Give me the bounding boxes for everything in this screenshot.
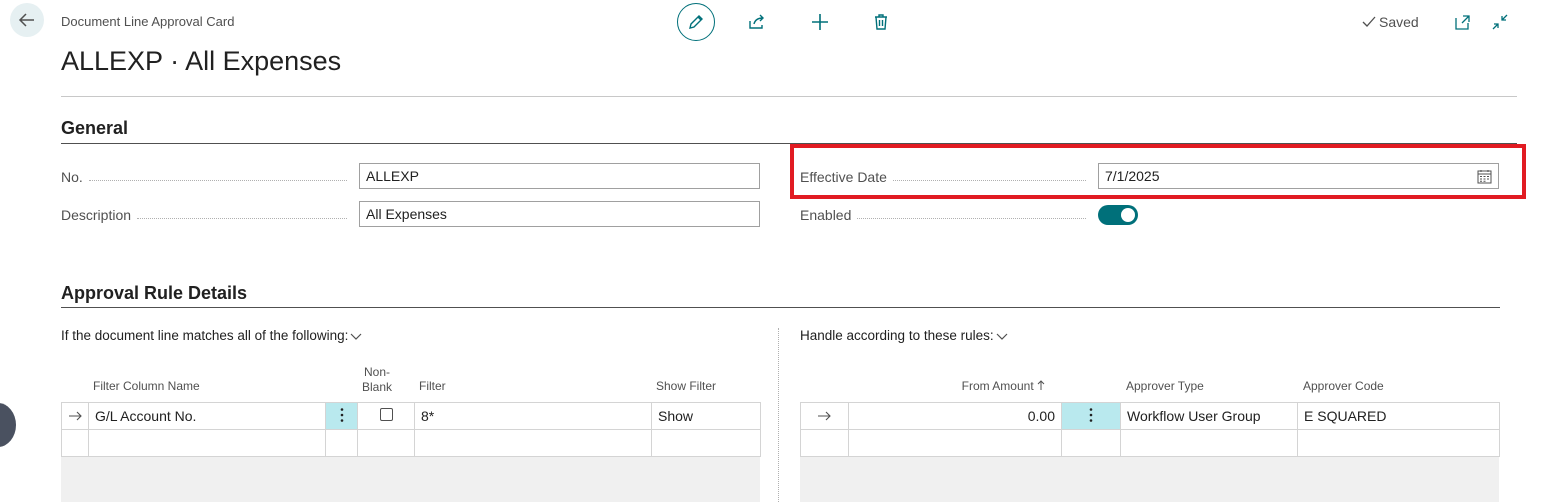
table-row[interactable]: G/L Account No. 8* Show xyxy=(61,402,761,430)
general-section-title[interactable]: General xyxy=(61,118,128,139)
show-filter-link[interactable]: Show xyxy=(651,402,761,430)
share-button[interactable] xyxy=(746,11,768,33)
empty-cell[interactable] xyxy=(1297,429,1500,457)
empty-cell[interactable] xyxy=(357,429,415,457)
row-actions-menu[interactable] xyxy=(325,402,358,430)
approver-type-cell[interactable]: Workflow User Group xyxy=(1120,402,1298,430)
from-amount-cell[interactable]: 0.00 xyxy=(848,402,1062,430)
description-label: Description xyxy=(61,207,353,223)
table-row[interactable] xyxy=(800,429,1500,457)
pencil-icon xyxy=(689,15,703,29)
handling-rules-caption[interactable]: Handle according to these rules: xyxy=(800,328,1008,343)
side-panel-handle[interactable] xyxy=(0,403,16,447)
row-indicator[interactable] xyxy=(61,402,89,430)
col-head-show-filter[interactable]: Show Filter xyxy=(656,379,716,393)
open-in-new-window-icon xyxy=(1455,15,1470,30)
col-head-non-blank[interactable]: Non- Blank xyxy=(360,365,394,395)
rules-grid: 0.00 Workflow User Group E SQUARED xyxy=(800,402,1500,457)
effective-date-field[interactable]: 7/1/2025 xyxy=(1098,163,1499,189)
col-head-approver-type[interactable]: Approver Type xyxy=(1126,379,1204,393)
no-label: No. xyxy=(61,169,353,185)
approval-rules-section-divider xyxy=(61,307,1500,308)
approver-code-cell[interactable]: E SQUARED xyxy=(1297,402,1500,430)
share-icon xyxy=(749,14,764,29)
approval-rules-section-title[interactable]: Approval Rule Details xyxy=(61,283,247,304)
header-divider xyxy=(61,96,1517,97)
empty-cell[interactable] xyxy=(88,429,326,457)
delete-button[interactable] xyxy=(870,11,892,33)
back-button[interactable] xyxy=(10,3,44,37)
plus-icon xyxy=(812,14,828,30)
saved-label: Saved xyxy=(1379,14,1419,30)
empty-cell[interactable] xyxy=(651,429,761,457)
empty-cell[interactable] xyxy=(848,429,1062,457)
column-divider xyxy=(778,328,779,502)
arrow-right-icon xyxy=(68,411,82,421)
col-head-filter-column-name[interactable]: Filter Column Name xyxy=(93,379,200,393)
toggle-knob xyxy=(1121,208,1135,222)
filter-column-name-cell[interactable]: G/L Account No. xyxy=(88,402,326,430)
edit-button[interactable] xyxy=(677,3,715,41)
col-head-filter[interactable]: Filter xyxy=(419,379,446,393)
trash-icon xyxy=(875,14,887,30)
arrow-up-icon xyxy=(1037,380,1045,390)
open-in-new-window-button[interactable] xyxy=(1452,11,1474,33)
row-actions-menu[interactable] xyxy=(1061,402,1121,430)
empty-cell[interactable] xyxy=(800,429,849,457)
rules-grid-empty-area xyxy=(800,456,1499,502)
col-head-from-amount[interactable]: From Amount xyxy=(900,379,1045,393)
enabled-label: Enabled xyxy=(800,207,1092,223)
effective-date-value: 7/1/2025 xyxy=(1105,168,1160,184)
filter-grid-empty-area xyxy=(61,456,760,502)
empty-cell[interactable] xyxy=(325,429,358,457)
calendar-icon[interactable] xyxy=(1477,169,1492,184)
empty-cell[interactable] xyxy=(61,429,89,457)
filter-rules-caption[interactable]: If the document line matches all of the … xyxy=(61,328,362,343)
saved-status: Saved xyxy=(1362,14,1419,30)
chevron-down-icon xyxy=(350,333,362,340)
arrow-right-icon xyxy=(818,411,831,421)
empty-cell[interactable] xyxy=(1061,429,1121,457)
row-indicator[interactable] xyxy=(800,402,849,430)
arrow-left-icon xyxy=(18,13,34,27)
table-row[interactable] xyxy=(61,429,761,457)
page-title: ALLEXP · All Expenses xyxy=(61,46,342,76)
collapse-icon xyxy=(1492,14,1508,30)
page-caption: Document Line Approval Card xyxy=(61,14,235,29)
collapse-button[interactable] xyxy=(1489,11,1511,33)
more-vertical-icon xyxy=(340,407,343,422)
effective-date-label: Effective Date xyxy=(800,169,1092,185)
filter-grid: G/L Account No. 8* Show xyxy=(61,402,761,457)
non-blank-cell[interactable] xyxy=(357,402,415,430)
table-row[interactable]: 0.00 Workflow User Group E SQUARED xyxy=(800,402,1500,430)
filter-cell[interactable]: 8* xyxy=(414,402,652,430)
empty-cell[interactable] xyxy=(1120,429,1298,457)
empty-cell[interactable] xyxy=(414,429,652,457)
non-blank-checkbox[interactable] xyxy=(379,408,393,421)
col-head-approver-code[interactable]: Approver Code xyxy=(1303,379,1384,393)
new-button[interactable] xyxy=(809,11,831,33)
enabled-toggle[interactable] xyxy=(1098,205,1138,225)
chevron-down-icon xyxy=(996,333,1008,340)
more-vertical-icon xyxy=(1089,407,1093,422)
no-field[interactable]: ALLEXP xyxy=(359,163,760,189)
check-icon xyxy=(1362,16,1376,27)
description-field[interactable]: All Expenses xyxy=(359,201,760,227)
